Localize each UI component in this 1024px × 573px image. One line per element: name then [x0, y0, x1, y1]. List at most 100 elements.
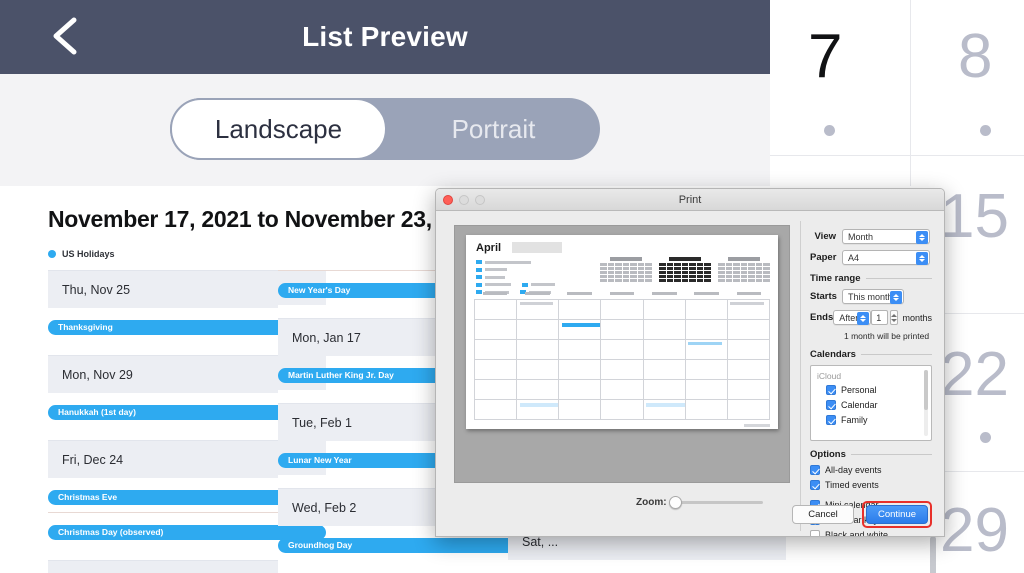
option-all-day-events[interactable]: All-day events	[810, 465, 932, 475]
zoom-slider-track[interactable]	[668, 496, 763, 509]
chevron-left-icon	[48, 14, 84, 58]
preview-redaction-block	[512, 242, 562, 253]
close-button[interactable]	[443, 195, 453, 205]
preview-day-cell	[475, 380, 518, 400]
calendar-item-calendar[interactable]: Calendar	[826, 400, 931, 410]
print-dialog: Print April Zoom: View Month Paper A4 Ti…	[435, 188, 945, 537]
ends-dropdown[interactable]: After	[833, 310, 872, 325]
calendar-item-family[interactable]: Family	[826, 415, 931, 425]
preview-day-cell	[517, 380, 560, 400]
checkbox-checked-icon[interactable]	[810, 480, 820, 490]
preview-day-cell	[601, 380, 644, 400]
segment-portrait[interactable]: Portrait	[387, 98, 600, 160]
preview-day-cell	[475, 320, 518, 340]
preview-day-cell	[601, 300, 644, 320]
preview-calendar-keys	[476, 259, 586, 297]
calendar-legend: US Holidays	[48, 249, 115, 259]
orientation-segmented-control[interactable]: Landscape Portrait	[170, 98, 600, 160]
calendars-list[interactable]: iCloud Personal Calendar Family	[810, 365, 932, 441]
key-text	[531, 283, 555, 286]
preview-page: April	[466, 235, 778, 429]
calendars-heading-text: Calendars	[810, 349, 856, 360]
preview-day-cell	[517, 400, 560, 420]
calendar-item-personal[interactable]: Personal	[826, 385, 931, 395]
preview-day-cell	[685, 320, 728, 340]
key-text	[485, 260, 531, 264]
preview-day-cell	[559, 400, 602, 420]
zoom-control[interactable]: Zoom:	[636, 496, 763, 509]
view-dropdown-value: Month	[848, 231, 874, 242]
preview-day-cell	[601, 340, 644, 360]
checkbox-checked-icon[interactable]	[826, 415, 836, 425]
key-swatch	[476, 260, 482, 264]
calendar-day-number-7[interactable]: 7	[808, 26, 842, 88]
calendar-event-dot	[824, 125, 835, 136]
preview-day-cell	[643, 400, 686, 420]
mini-calendar-next	[718, 257, 770, 282]
ends-count-stepper[interactable]	[890, 310, 899, 325]
preview-day-cell	[517, 300, 560, 320]
navigation-bar: List Preview	[0, 0, 770, 74]
legend-label: US Holidays	[62, 249, 115, 259]
list-scroll-thumb[interactable]	[930, 536, 936, 573]
date-range-title: November 17, 2021 to November 23,	[48, 206, 432, 232]
key-text	[485, 275, 505, 279]
preview-day-cell	[643, 320, 686, 340]
preview-day-cell	[685, 360, 728, 380]
calendars-scrollbar[interactable]	[924, 370, 928, 436]
view-dropdown[interactable]: Month	[842, 229, 930, 244]
checkbox-checked-icon[interactable]	[810, 465, 820, 475]
preview-day-cell	[727, 400, 770, 420]
chevron-updown-icon	[916, 252, 928, 265]
preview-day-cell	[475, 300, 518, 320]
preview-day-cell	[643, 380, 686, 400]
preview-day-cell	[685, 340, 728, 360]
back-button[interactable]	[48, 14, 84, 58]
ends-label: Ends	[810, 312, 834, 323]
list-gap	[278, 560, 556, 573]
options-heading-text: Options	[810, 449, 846, 460]
starts-label: Starts	[810, 291, 837, 302]
paper-label: Paper	[810, 252, 837, 263]
minimize-button[interactable]	[459, 195, 469, 205]
option-label: Timed events	[825, 480, 879, 490]
time-range-heading: Time range	[810, 273, 932, 284]
continue-button[interactable]: Continue	[866, 505, 928, 524]
preview-day-cell	[559, 380, 602, 400]
calendar-day-number-8[interactable]: 8	[958, 26, 992, 88]
checkbox-checked-icon[interactable]	[826, 385, 836, 395]
starts-dropdown[interactable]: This month	[842, 289, 904, 304]
preview-mini-calendars	[600, 257, 770, 282]
preview-day-cell	[685, 380, 728, 400]
calendar-day-number-22[interactable]: 22	[940, 344, 1009, 406]
calendar-day-number-15[interactable]: 15	[940, 186, 1009, 248]
preview-day-cell	[685, 300, 728, 320]
ends-dropdown-value: After	[839, 312, 859, 323]
paper-dropdown[interactable]: A4	[842, 250, 930, 265]
screen: 7 8 15 22 28 29 List Preview Landscape P…	[0, 0, 1024, 573]
chevron-updown-icon	[857, 312, 870, 325]
cancel-button[interactable]: Cancel	[792, 505, 854, 524]
preview-day-cell	[643, 300, 686, 320]
print-settings-panel: View Month Paper A4 Time range Starts Th…	[810, 229, 932, 536]
time-range-heading-text: Time range	[810, 273, 861, 284]
dialog-title: Print	[678, 193, 702, 206]
ends-count-input[interactable]: 1	[871, 310, 889, 325]
checkbox-checked-icon[interactable]	[826, 400, 836, 410]
ends-setting-row: Ends After 1 months	[810, 310, 932, 325]
zoom-slider-knob[interactable]	[668, 496, 682, 509]
view-label: View	[814, 231, 836, 242]
preview-day-cell	[559, 320, 602, 340]
zoom-label: Zoom:	[636, 497, 667, 508]
key-swatch	[476, 267, 482, 272]
preview-day-cell	[601, 320, 644, 340]
print-preview-pane[interactable]: April	[454, 225, 790, 483]
checkbox-unchecked-icon[interactable]	[810, 530, 820, 536]
time-range-note: 1 month will be printed	[844, 331, 930, 341]
calendar-day-number-29[interactable]: 29	[940, 500, 1009, 562]
option-timed-events[interactable]: Timed events	[810, 480, 932, 490]
preview-day-cell	[517, 320, 560, 340]
segment-landscape[interactable]: Landscape	[170, 98, 387, 160]
zoom-button[interactable]	[475, 195, 485, 205]
option-black-and-white[interactable]: Black and white	[810, 530, 932, 536]
